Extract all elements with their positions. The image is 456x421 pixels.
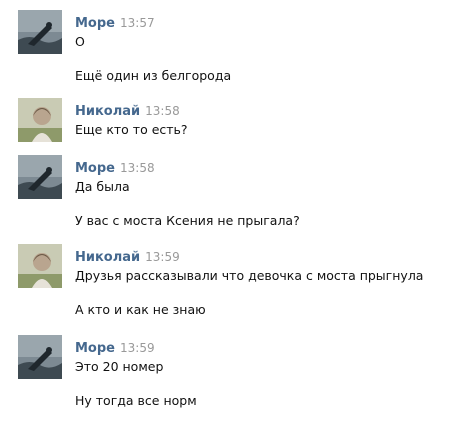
message-header: Николай 13:59 — [75, 246, 180, 265]
message-header: Море 13:59 — [75, 337, 155, 356]
message-text: Ну тогда все норм — [75, 393, 197, 408]
message-time: 13:59 — [120, 341, 155, 355]
message-time: 13:58 — [120, 161, 155, 175]
message-text: Ещё один из белгорода — [75, 68, 232, 83]
message-text: Это 20 номер — [75, 359, 164, 374]
message-header: Николай 13:58 — [75, 100, 180, 119]
message-text: Еще кто то есть? — [75, 122, 188, 137]
sea-rock-avatar-icon[interactable] — [18, 155, 62, 199]
girl-photo-avatar-icon[interactable] — [18, 244, 62, 288]
author-name[interactable]: Море — [75, 161, 115, 176]
message-text: У вас с моста Ксения не прыгала? — [75, 213, 300, 228]
message-time: 13:58 — [145, 104, 180, 118]
message-text: А кто и как не знаю — [75, 302, 206, 317]
author-name[interactable]: Николай — [75, 104, 140, 119]
message-header: Море 13:57 — [75, 12, 155, 31]
girl-photo-avatar-icon[interactable] — [18, 98, 62, 142]
sea-rock-avatar-icon[interactable] — [18, 10, 62, 54]
message-time: 13:59 — [145, 250, 180, 264]
message-header: Море 13:58 — [75, 157, 155, 176]
message-time: 13:57 — [120, 16, 155, 30]
sea-rock-avatar-icon[interactable] — [18, 335, 62, 379]
author-name[interactable]: Море — [75, 16, 115, 31]
author-name[interactable]: Николай — [75, 250, 140, 265]
chat-history: Море 13:57 О Ещё один из белгорода Никола… — [0, 0, 456, 421]
message-text: Друзья рассказывали что девочка с моста … — [75, 268, 424, 283]
message-text: О — [75, 34, 85, 49]
author-name[interactable]: Море — [75, 341, 115, 356]
message-text: Да была — [75, 179, 130, 194]
